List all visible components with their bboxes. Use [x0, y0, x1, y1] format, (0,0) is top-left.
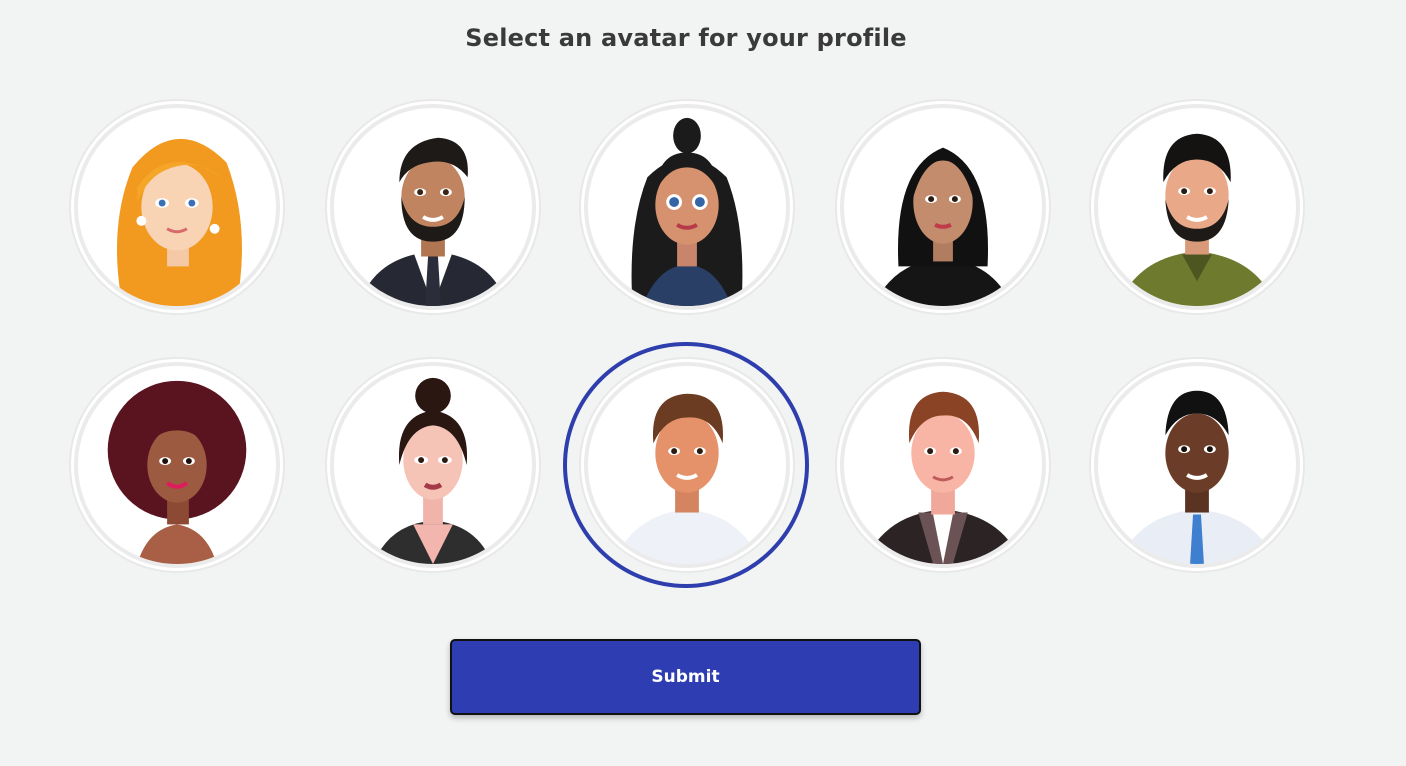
- avatar-option-10[interactable]: [1094, 362, 1300, 568]
- avatar-option-1[interactable]: [74, 104, 280, 310]
- avatar-man-green-jacket-beard-icon: [1117, 133, 1277, 306]
- submit-button[interactable]: Submit: [450, 639, 921, 715]
- avatar-woman-black-bob-icon: [873, 147, 1013, 306]
- avatar-option-3[interactable]: [584, 104, 790, 310]
- avatar-option-5[interactable]: [1094, 104, 1300, 310]
- avatar-man-dark-jacket-icon: [863, 391, 1023, 564]
- selection-ring: [563, 342, 809, 588]
- avatar-man-white-shirt-tie-icon: [1117, 390, 1277, 564]
- avatar-option-7[interactable]: [330, 362, 536, 568]
- avatar-option-9[interactable]: [840, 362, 1046, 568]
- avatar-woman-ponytail-icon: [631, 117, 743, 306]
- avatar-option-4[interactable]: [840, 104, 1046, 310]
- avatar-woman-hair-bun-icon: [373, 377, 493, 564]
- avatar-man-suit-beard-icon: [358, 137, 508, 306]
- avatar-option-2[interactable]: [330, 104, 536, 310]
- avatar-woman-orange-hair-icon: [116, 138, 242, 306]
- avatar-woman-curly-hair-icon: [107, 380, 247, 564]
- avatar-grid: [0, 0, 1406, 620]
- avatar-option-6[interactable]: [74, 362, 280, 568]
